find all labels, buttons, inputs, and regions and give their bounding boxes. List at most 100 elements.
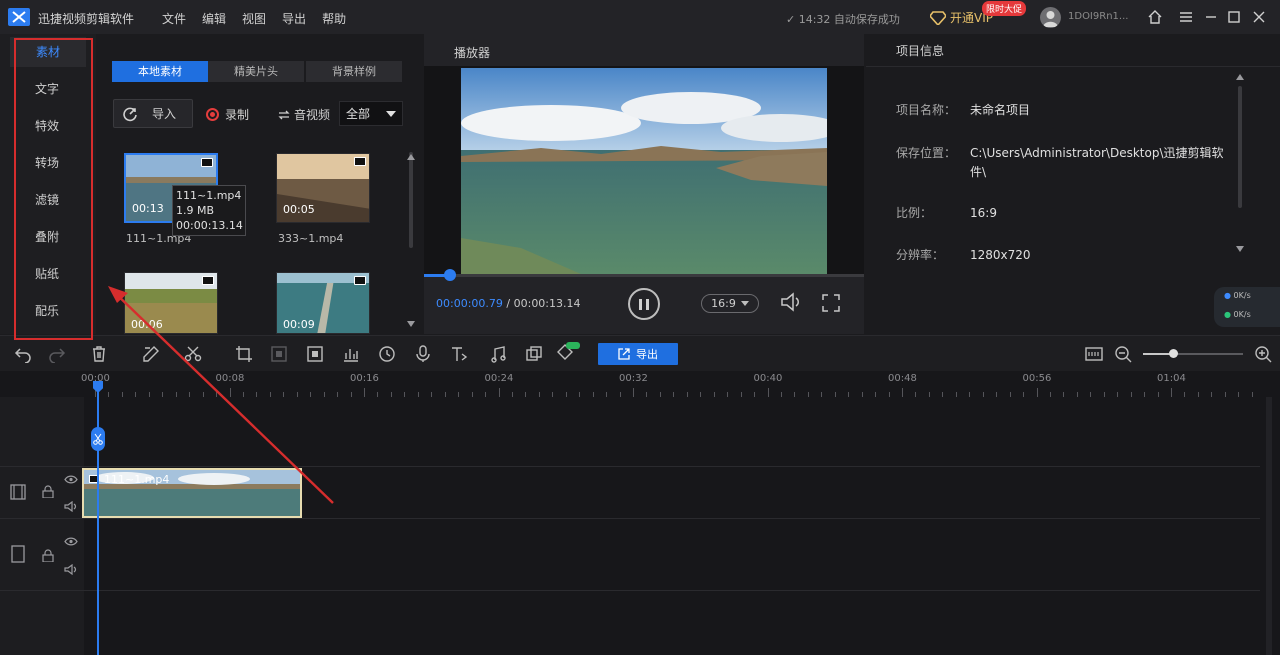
- split-icon[interactable]: [184, 345, 202, 363]
- video-track-header: [0, 467, 84, 519]
- category-transitions[interactable]: 转场: [14, 148, 80, 178]
- video-type-icon: [354, 157, 366, 166]
- info-value: 16:9: [970, 206, 997, 220]
- menu-bar: 文件 编辑 视图 导出 帮助: [162, 10, 346, 27]
- fullscreen-icon[interactable]: [822, 294, 840, 312]
- info-row-resolution: 分辨率： 1280x720: [896, 246, 1031, 260]
- category-filters[interactable]: 滤镜: [14, 185, 80, 215]
- media-tooltip: 111~1.mp4 1.9 MB 00:00:13.14: [172, 185, 246, 236]
- redo-icon[interactable]: [48, 345, 66, 363]
- record-button[interactable]: 录制: [206, 106, 249, 123]
- maximize-button[interactable]: [1225, 8, 1243, 26]
- tab-backgrounds[interactable]: 背景样例: [306, 61, 402, 82]
- total-time: 00:00:13.14: [513, 297, 581, 310]
- pause-icon: [639, 298, 642, 310]
- speed-icon[interactable]: [342, 345, 360, 363]
- eye-icon[interactable]: [64, 475, 78, 484]
- scroll-up-icon[interactable]: [407, 154, 415, 160]
- category-music[interactable]: 配乐: [14, 296, 80, 326]
- info-key: 分辨率：: [896, 248, 945, 260]
- timeline: 00:00 00:08 00:16 00:24 00:32 00:40 00:48 00:56…: [0, 371, 1280, 655]
- audio-track[interactable]: [84, 519, 1260, 591]
- effect-new-icon[interactable]: [556, 342, 582, 364]
- progress-knob[interactable]: [444, 269, 457, 281]
- mosaic-icon[interactable]: [270, 345, 288, 363]
- info-scrollbar[interactable]: [1238, 86, 1242, 208]
- menu-button[interactable]: [1177, 8, 1195, 26]
- media-thumb-2[interactable]: 00:05: [276, 153, 370, 223]
- ruler-tick-label: 00:32: [619, 373, 648, 384]
- microphone-icon[interactable]: [414, 345, 432, 363]
- scroll-down-icon[interactable]: [1236, 246, 1244, 252]
- lock-icon[interactable]: [42, 485, 54, 498]
- menu-help[interactable]: 帮助: [322, 10, 346, 27]
- speaker-icon[interactable]: [64, 564, 78, 575]
- time-ruler[interactable]: 00:00 00:08 00:16 00:24 00:32 00:40 00:48 00:56…: [81, 371, 1260, 397]
- menu-edit[interactable]: 编辑: [202, 10, 226, 27]
- audio-extract-icon[interactable]: [490, 345, 508, 363]
- undo-icon[interactable]: [14, 345, 32, 363]
- category-materials[interactable]: 素材: [10, 37, 86, 67]
- minimize-button[interactable]: [1202, 8, 1220, 26]
- zoom-in-icon[interactable]: [1254, 345, 1272, 363]
- playhead[interactable]: [97, 382, 99, 655]
- diamond-icon: [930, 10, 946, 25]
- ruler-tick: [229, 388, 231, 397]
- avatar[interactable]: [1040, 7, 1061, 28]
- split-marker[interactable]: [91, 427, 105, 451]
- menu-export[interactable]: 导出: [282, 10, 306, 27]
- aspect-ratio-select[interactable]: 16:9: [701, 294, 759, 313]
- category-effects[interactable]: 特效: [14, 111, 80, 141]
- zoom-out-icon[interactable]: [1114, 345, 1132, 363]
- crop-icon[interactable]: [235, 345, 253, 363]
- net-download: ● 0K/s: [1224, 310, 1251, 319]
- import-button[interactable]: 导入: [113, 99, 193, 128]
- category-stickers[interactable]: 贴纸: [14, 259, 80, 289]
- tab-intros[interactable]: 精美片头: [208, 61, 304, 82]
- info-key: 项目名称：: [896, 103, 957, 117]
- text-to-speech-icon[interactable]: [450, 345, 468, 363]
- close-button[interactable]: [1250, 8, 1268, 26]
- player-panel: 播放器 00:00:00.79 / 00:00:13.14 16:9: [424, 34, 864, 334]
- timeline-clip[interactable]: 111~1.mp4: [82, 468, 302, 518]
- eye-icon[interactable]: [64, 537, 78, 546]
- minimize-icon: [1206, 16, 1216, 18]
- media-filter-select[interactable]: 全部: [339, 101, 403, 126]
- timeline-zoom-slider[interactable]: [1143, 349, 1243, 358]
- menu-view[interactable]: 视图: [242, 10, 266, 27]
- convert-button[interactable]: 音视频: [278, 106, 330, 123]
- home-button[interactable]: [1146, 8, 1164, 26]
- tab-local-media[interactable]: 本地素材: [112, 61, 208, 82]
- ruler-tick: [633, 388, 634, 397]
- volume-icon[interactable]: [780, 292, 804, 312]
- timeline-scrollbar[interactable]: [1266, 397, 1272, 655]
- lock-icon[interactable]: [42, 549, 54, 562]
- duration-icon[interactable]: [378, 345, 396, 363]
- media-name: 333~1.mp4: [278, 232, 344, 245]
- category-overlays[interactable]: 叠附: [14, 222, 80, 252]
- pause-button[interactable]: [628, 288, 660, 320]
- scissors-icon: [93, 433, 103, 445]
- media-thumb-4[interactable]: 00:09: [276, 272, 370, 334]
- media-scrollbar[interactable]: [409, 152, 413, 248]
- scroll-up-icon[interactable]: [1236, 74, 1244, 80]
- picture-in-picture-icon[interactable]: [525, 345, 543, 363]
- zoom-knob[interactable]: [1169, 349, 1178, 358]
- export-button[interactable]: 导出: [598, 343, 678, 365]
- video-type-icon: [354, 276, 366, 285]
- video-type-icon: [201, 158, 213, 167]
- edit-icon[interactable]: [142, 345, 160, 363]
- overlay-track[interactable]: [84, 397, 1260, 467]
- media-thumb-3[interactable]: 00:06: [124, 272, 218, 334]
- delete-icon[interactable]: [90, 345, 108, 363]
- menu-file[interactable]: 文件: [162, 10, 186, 27]
- player-screen[interactable]: [424, 66, 864, 276]
- speaker-icon[interactable]: [64, 501, 78, 512]
- fit-timeline-icon[interactable]: [1085, 345, 1103, 363]
- category-text[interactable]: 文字: [14, 74, 80, 104]
- ruler-tick: [1171, 388, 1172, 397]
- player-progress[interactable]: [424, 269, 864, 281]
- app-logo-icon: [8, 8, 30, 26]
- scroll-down-icon[interactable]: [407, 321, 415, 327]
- zoom-clip-icon[interactable]: [306, 345, 324, 363]
